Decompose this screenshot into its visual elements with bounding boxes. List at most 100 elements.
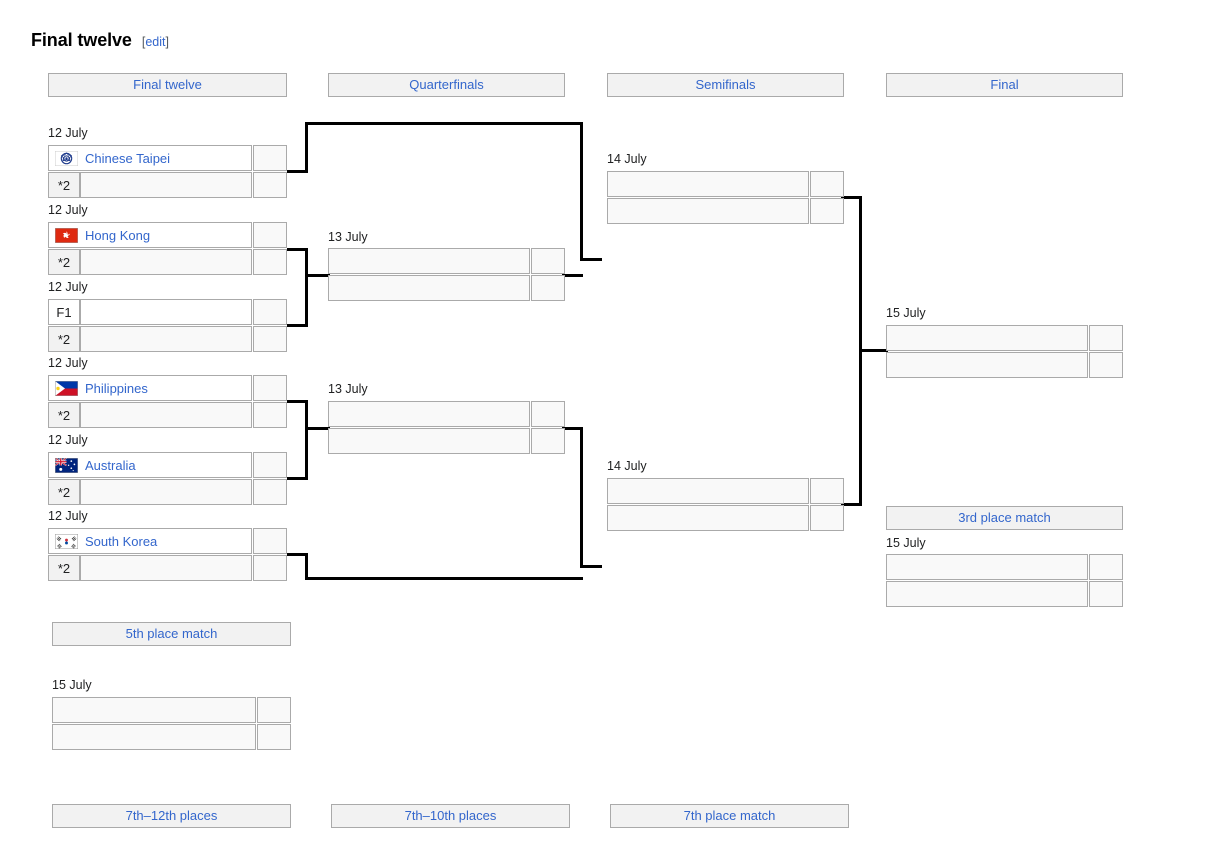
round-header-semifinals[interactable]: Semifinals — [607, 73, 844, 97]
match-row-bottom[interactable]: *2 — [48, 249, 287, 275]
score-cell[interactable] — [253, 555, 287, 581]
team-cell[interactable] — [80, 172, 252, 198]
team-cell[interactable] — [607, 171, 809, 197]
score-cell[interactable] — [253, 299, 287, 325]
score-cell[interactable] — [253, 452, 287, 478]
match-row-bottom[interactable]: *2 — [48, 479, 287, 505]
match-row-bottom[interactable]: *2 — [48, 172, 287, 198]
match-box-quarterfinal-1[interactable] — [328, 248, 565, 301]
match-row-bottom[interactable] — [607, 505, 844, 531]
team-cell[interactable] — [886, 352, 1088, 378]
score-cell[interactable] — [253, 375, 287, 401]
match-row-bottom[interactable] — [886, 581, 1123, 607]
match-row-top[interactable] — [607, 478, 844, 504]
match-row-bottom[interactable]: *2 — [48, 402, 287, 428]
score-cell[interactable] — [253, 326, 287, 352]
team-cell[interactable]: South Korea — [48, 528, 252, 554]
team-cell[interactable] — [607, 478, 809, 504]
match-row-bottom[interactable] — [886, 352, 1123, 378]
edit-section-link[interactable]: [edit] — [142, 35, 169, 49]
team-cell[interactable] — [80, 402, 252, 428]
header-5th-place-match[interactable]: 5th place match — [52, 622, 291, 646]
score-cell[interactable] — [257, 697, 291, 723]
team-cell[interactable] — [80, 479, 252, 505]
score-cell[interactable] — [253, 145, 287, 171]
round-header-final[interactable]: Final — [886, 73, 1123, 97]
team-cell[interactable] — [886, 581, 1088, 607]
match-box-5th-place[interactable] — [52, 697, 291, 750]
score-cell[interactable] — [531, 275, 565, 301]
match-box-semifinal-1[interactable] — [607, 171, 844, 224]
team-cell[interactable]: Philippines — [48, 375, 252, 401]
match-box-final-twelve-1[interactable]: Chinese Taipei *2 — [48, 145, 287, 198]
match-row-bottom[interactable] — [328, 275, 565, 301]
score-cell[interactable] — [1089, 352, 1123, 378]
match-row-top[interactable] — [886, 554, 1123, 580]
match-row-top[interactable]: Chinese Taipei — [48, 145, 287, 171]
match-row-top[interactable]: F1 — [48, 299, 287, 325]
team-cell[interactable] — [886, 325, 1088, 351]
match-row-top[interactable]: Hong Kong — [48, 222, 287, 248]
team-cell[interactable]: Chinese Taipei — [48, 145, 252, 171]
match-row-top[interactable] — [607, 171, 844, 197]
team-cell[interactable]: Hong Kong — [48, 222, 252, 248]
match-box-final-twelve-4[interactable]: Philippines *2 — [48, 375, 287, 428]
team-cell[interactable] — [607, 198, 809, 224]
match-box-final-twelve-2[interactable]: Hong Kong *2 — [48, 222, 287, 275]
team-cell[interactable] — [80, 249, 252, 275]
match-box-semifinal-2[interactable] — [607, 478, 844, 531]
team-cell[interactable] — [80, 555, 252, 581]
match-box-final-twelve-6[interactable]: South Korea *2 — [48, 528, 287, 581]
match-row-top[interactable]: South Korea — [48, 528, 287, 554]
score-cell[interactable] — [531, 401, 565, 427]
match-row-bottom[interactable] — [607, 198, 844, 224]
match-row-top[interactable] — [52, 697, 291, 723]
match-row-top[interactable]: Australia — [48, 452, 287, 478]
match-row-top[interactable] — [328, 401, 565, 427]
score-cell[interactable] — [253, 528, 287, 554]
edit-link-text[interactable]: edit — [145, 35, 165, 49]
score-cell[interactable] — [253, 402, 287, 428]
round-header-final-twelve[interactable]: Final twelve — [48, 73, 287, 97]
score-cell[interactable] — [810, 171, 844, 197]
header-3rd-place-match[interactable]: 3rd place match — [886, 506, 1123, 530]
team-cell[interactable] — [328, 428, 530, 454]
header-7th-12th-places[interactable]: 7th–12th places — [52, 804, 291, 828]
score-cell[interactable] — [531, 248, 565, 274]
team-cell[interactable] — [328, 248, 530, 274]
header-7th-10th-places[interactable]: 7th–10th places — [331, 804, 570, 828]
score-cell[interactable] — [810, 505, 844, 531]
match-row-bottom[interactable]: *2 — [48, 555, 287, 581]
match-box-final[interactable] — [886, 325, 1123, 378]
team-cell[interactable]: Australia — [48, 452, 252, 478]
round-header-quarterfinals[interactable]: Quarterfinals — [328, 73, 565, 97]
score-cell[interactable] — [253, 172, 287, 198]
team-cell[interactable] — [607, 505, 809, 531]
match-box-quarterfinal-2[interactable] — [328, 401, 565, 454]
team-cell[interactable] — [328, 401, 530, 427]
score-cell[interactable] — [1089, 554, 1123, 580]
score-cell[interactable] — [1089, 581, 1123, 607]
score-cell[interactable] — [253, 249, 287, 275]
match-row-top[interactable] — [328, 248, 565, 274]
match-row-top[interactable] — [886, 325, 1123, 351]
match-box-final-twelve-3[interactable]: F1 *2 — [48, 299, 287, 352]
match-row-bottom[interactable]: *2 — [48, 326, 287, 352]
score-cell[interactable] — [810, 478, 844, 504]
score-cell[interactable] — [253, 479, 287, 505]
match-row-top[interactable]: Philippines — [48, 375, 287, 401]
match-row-bottom[interactable] — [52, 724, 291, 750]
team-cell[interactable] — [328, 275, 530, 301]
team-cell[interactable] — [80, 299, 252, 325]
score-cell[interactable] — [1089, 325, 1123, 351]
team-cell[interactable] — [52, 724, 256, 750]
score-cell[interactable] — [253, 222, 287, 248]
team-cell[interactable] — [80, 326, 252, 352]
score-cell[interactable] — [810, 198, 844, 224]
team-cell[interactable] — [52, 697, 256, 723]
match-box-final-twelve-5[interactable]: Australia *2 — [48, 452, 287, 505]
match-row-bottom[interactable] — [328, 428, 565, 454]
score-cell[interactable] — [257, 724, 291, 750]
match-box-3rd-place[interactable] — [886, 554, 1123, 607]
header-7th-place-match[interactable]: 7th place match — [610, 804, 849, 828]
